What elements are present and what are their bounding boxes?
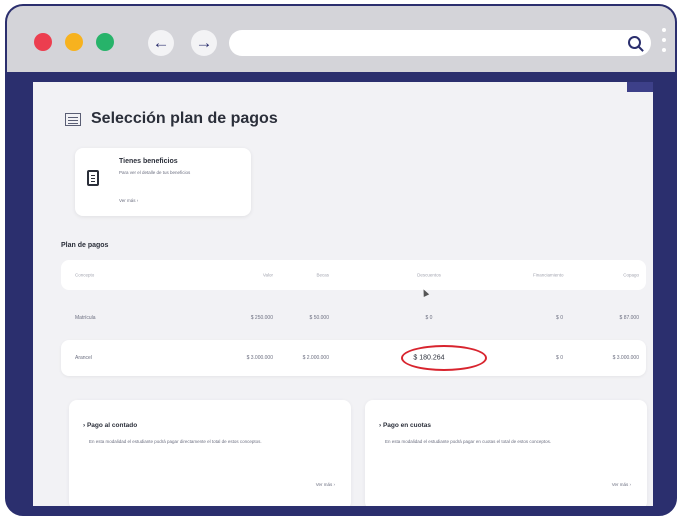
document-icon <box>87 170 99 186</box>
payment-option-installments[interactable]: › Pago en cuotas En esta modalidad el es… <box>365 400 647 506</box>
table-cell: $ 3.000.000 <box>612 355 639 361</box>
column-header: Becas <box>316 272 329 278</box>
table-row: Arancel $ 3.000.000 $ 2.000.000 $ 180.26… <box>61 340 646 376</box>
column-header: Concepto <box>75 272 95 278</box>
table-cell: $ 2.000.000 <box>302 355 329 361</box>
table-row: Matrícula $ 250.000 $ 50.000 $ 0 $ 0 $ 8… <box>61 300 646 336</box>
table-cell: Arancel <box>75 355 92 361</box>
payment-plan-table: Concepto Valor Becas Descuentos Financia… <box>61 260 646 376</box>
page-title: Selección plan de pagos <box>91 110 278 127</box>
close-window-dot[interactable] <box>34 33 52 51</box>
payment-option-see-more-link[interactable]: Ver más › <box>316 482 335 487</box>
payment-option-cash[interactable]: › Pago al contado En esta modalidad el e… <box>69 400 351 506</box>
column-header: Valor <box>262 272 273 278</box>
table-cell: $ 87.000 <box>619 315 639 321</box>
benefits-card[interactable]: Tienes beneficios Para ver el detalle de… <box>75 148 251 216</box>
table-header: Concepto Valor Becas Descuentos Financia… <box>61 260 646 290</box>
payment-option-title: › Pago al contado <box>83 422 138 429</box>
list-icon <box>65 112 81 126</box>
column-header: Descuentos <box>417 272 441 278</box>
payment-option-description: En esta modalidad el estudiante podrá pa… <box>89 439 262 444</box>
benefits-card-title: Tienes beneficios <box>119 158 178 165</box>
table-cell: $ 50.000 <box>309 315 329 321</box>
forward-arrow-icon[interactable]: → <box>191 30 217 56</box>
column-header: Financiamiento <box>533 272 564 278</box>
maximize-window-dot[interactable] <box>96 33 114 51</box>
kebab-menu-icon[interactable] <box>662 28 666 58</box>
plan-section-title: Plan de pagos <box>61 242 109 249</box>
table-cell: $ 0 <box>556 315 563 321</box>
payment-option-see-more-link[interactable]: Ver más › <box>612 482 631 487</box>
payment-option-description: En esta modalidad el estudiante podrá pa… <box>385 439 552 444</box>
column-header: Copago <box>623 272 639 278</box>
page-header: Selección plan de pagos <box>65 110 278 128</box>
corner-badge <box>627 82 653 92</box>
back-arrow-icon[interactable]: ← <box>148 30 174 56</box>
search-icon[interactable] <box>628 36 641 49</box>
minimize-window-dot[interactable] <box>65 33 83 51</box>
benefits-card-description: Para ver el detalle de tus beneficios <box>119 170 191 175</box>
table-cell: $ 250.000 <box>250 315 273 321</box>
highlight-circle <box>401 345 487 371</box>
table-cell: $ 0 <box>425 315 433 321</box>
browser-titlebar: ← → <box>7 6 675 72</box>
benefits-see-more-link[interactable]: Ver más › <box>119 198 138 203</box>
table-cell: Matrícula <box>75 315 96 321</box>
payment-option-title: › Pago en cuotas <box>379 422 432 429</box>
page-content: Selección plan de pagos Tienes beneficio… <box>33 82 653 506</box>
browser-window: ← → Selección plan de pagos Tienes benef… <box>5 4 677 516</box>
table-cell: $ 3.000.000 <box>246 355 273 361</box>
url-bar[interactable] <box>229 30 651 56</box>
table-cell: $ 0 <box>556 355 563 361</box>
